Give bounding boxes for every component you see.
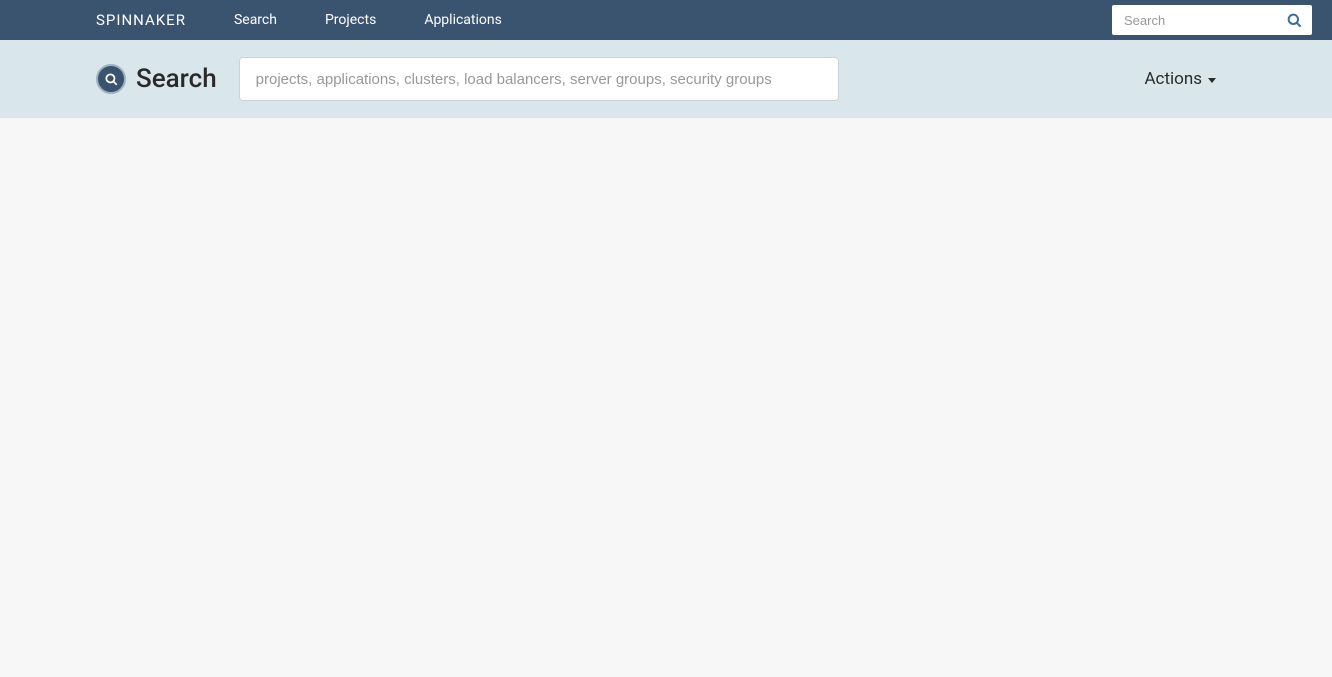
page-title: Search <box>136 64 217 94</box>
top-nav: SPINNAKER Search Projects Applications <box>0 0 1332 40</box>
search-icon <box>96 64 126 94</box>
main-search-container <box>239 57 839 101</box>
actions-label: Actions <box>1144 69 1202 89</box>
sub-header: Search Actions <box>0 40 1332 118</box>
sub-header-left: Search <box>96 57 839 101</box>
page-title-group: Search <box>96 64 217 94</box>
nav-search-input[interactable] <box>1112 5 1312 35</box>
main-search-input[interactable] <box>239 57 839 101</box>
brand-logo[interactable]: SPINNAKER <box>20 11 186 29</box>
nav-link-projects[interactable]: Projects <box>325 12 376 28</box>
nav-links: Search Projects Applications <box>234 12 502 28</box>
nav-link-applications[interactable]: Applications <box>424 12 502 28</box>
nav-left: SPINNAKER Search Projects Applications <box>20 11 502 29</box>
nav-search-container <box>1112 5 1312 35</box>
content-area <box>0 118 1332 677</box>
actions-dropdown[interactable]: Actions <box>1144 69 1236 89</box>
nav-link-search[interactable]: Search <box>234 12 277 28</box>
chevron-down-icon <box>1208 78 1216 83</box>
